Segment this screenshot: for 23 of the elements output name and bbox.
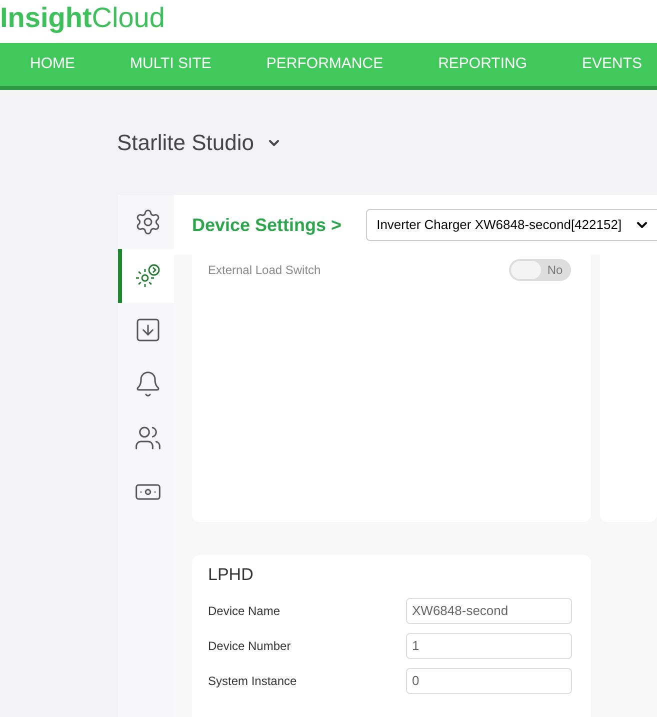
field-label: Device Name <box>208 602 282 620</box>
field-label: Device Number <box>208 638 292 654</box>
input-field[interactable]: XW6848-second <box>406 598 572 624</box>
nav-link[interactable]: HOME <box>30 53 75 76</box>
users-icon <box>134 424 162 452</box>
input-field[interactable]: 0 <box>406 668 572 694</box>
nav-link[interactable]: PERFORMANCE <box>266 53 384 76</box>
toggle-switch[interactable]: No <box>509 259 571 281</box>
nav-link[interactable]: MULTI SITE <box>130 53 212 76</box>
gear-icon <box>134 208 162 236</box>
download-icon <box>134 316 162 344</box>
card-title: LPHD <box>208 564 254 586</box>
logo: InsightCloud <box>0 4 165 32</box>
breadcrumb[interactable]: Device Settings > <box>192 212 342 238</box>
field-label: System Instance <box>208 672 298 690</box>
input-field[interactable]: 1 <box>406 632 572 658</box>
setting-label: External Load Switch <box>208 262 321 279</box>
side-menu-item[interactable] <box>118 249 174 303</box>
site-title: Starlite Studio <box>117 129 254 157</box>
bell-icon <box>134 370 162 398</box>
nav-link[interactable]: EVENTS <box>582 53 642 76</box>
device-select[interactable]: Inverter Charger XW6848-second[422152] <box>366 209 657 241</box>
nav-link[interactable]: REPORTING <box>438 53 527 76</box>
